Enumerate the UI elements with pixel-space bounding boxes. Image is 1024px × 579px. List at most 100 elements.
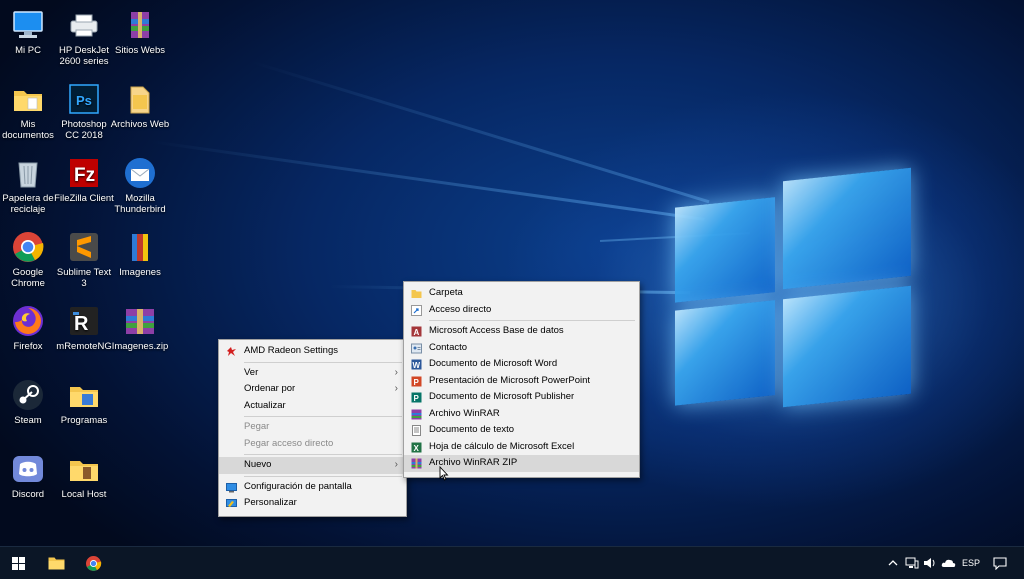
winrar-icon <box>411 409 422 420</box>
chevron-right-icon: › <box>394 383 398 394</box>
menu-item-configuracion-pantalla[interactable]: Configuración de pantalla <box>219 479 406 496</box>
desktop-icon-mis-documentos[interactable]: Mis documentos <box>0 82 58 141</box>
winrar-zip-icon <box>411 458 422 469</box>
steam-icon <box>11 378 45 412</box>
desktop-icon-label: Steam <box>14 415 42 426</box>
desktop-icon-label: Photoshop CC 2018 <box>61 119 107 141</box>
desktop-icon-imagenes[interactable]: Imagenes <box>110 230 170 278</box>
menu-item-ver[interactable]: Ver › <box>219 365 406 382</box>
photoshop-icon: Ps <box>67 82 101 116</box>
desktop-icon-archivos-web[interactable]: Archivos Web <box>110 82 170 130</box>
excel-icon: X <box>411 442 422 453</box>
desktop-icon-label: FileZilla Client <box>54 193 114 204</box>
submenu-item-carpeta[interactable]: Carpeta <box>404 285 639 302</box>
svg-text:Ps: Ps <box>76 93 92 108</box>
network-icon[interactable] <box>903 547 921 579</box>
publisher-icon: P <box>411 392 422 403</box>
onedrive-icon[interactable] <box>939 547 957 579</box>
desktop-icon-papelera[interactable]: Papelera de reciclaje <box>0 156 58 215</box>
menu-item-label: Pegar acceso directo <box>244 437 334 449</box>
contact-icon <box>411 343 422 354</box>
submenu-item-documento-texto[interactable]: Documento de texto <box>404 422 639 439</box>
sublime-text-icon <box>67 230 101 264</box>
desktop-icon-steam[interactable]: Steam <box>0 378 58 426</box>
recycle-bin-icon <box>11 156 45 190</box>
desktop-icon-label: Local Host <box>61 489 107 500</box>
menu-item-amd-radeon-settings[interactable]: AMD Radeon Settings <box>219 343 406 360</box>
desktop-icon-label: Discord <box>11 489 45 500</box>
desktop-icon-sitios-webs[interactable]: Sitios Webs <box>110 8 170 56</box>
submenu-item-word[interactable]: W Documento de Microsoft Word <box>404 356 639 373</box>
desktop-icon-imagenes-zip[interactable]: Imagenes.zip <box>110 304 170 352</box>
desktop-icon-label: Sublime Text 3 <box>56 267 112 289</box>
desktop-icon-label: mRemoteNG <box>56 341 112 352</box>
menu-item-label: Presentación de Microsoft PowerPoint <box>429 374 591 386</box>
menu-item-label: Acceso directo <box>429 303 492 315</box>
word-icon: W <box>411 359 422 370</box>
desktop-icon-label: Firefox <box>13 341 43 352</box>
taskbar-chrome[interactable] <box>77 547 109 579</box>
menu-item-actualizar[interactable]: Actualizar <box>219 398 406 415</box>
menu-item-label: Nuevo <box>244 459 272 470</box>
submenu-item-winrar[interactable]: Archivo WinRAR <box>404 406 639 423</box>
notifications-icon[interactable] <box>988 547 1012 579</box>
submenu-item-powerpoint[interactable]: P Presentación de Microsoft PowerPoint <box>404 373 639 390</box>
desktop-icon-google-chrome[interactable]: Google Chrome <box>0 230 58 289</box>
submenu-item-acceso-directo[interactable]: Acceso directo <box>404 302 639 319</box>
desktop-icon-programas[interactable]: Programas <box>54 378 114 426</box>
svg-text:X: X <box>414 444 420 453</box>
desktop-icon-thunderbird[interactable]: Mozilla Thunderbird <box>110 156 170 215</box>
desktop[interactable]: Mi PC Mis documentos Papelera de recicla… <box>0 0 1024 546</box>
volume-icon[interactable] <box>921 547 939 579</box>
submenu-item-access[interactable]: A Microsoft Access Base de datos <box>404 323 639 340</box>
desktop-icon-sublime-text[interactable]: Sublime Text 3 <box>54 230 114 289</box>
submenu-item-contacto[interactable]: Contacto <box>404 340 639 357</box>
desktop-icon-label: Imagenes.zip <box>111 341 169 352</box>
chrome-icon <box>85 555 101 571</box>
menu-separator <box>244 416 402 417</box>
submenu-item-publisher[interactable]: P Documento de Microsoft Publisher <box>404 389 639 406</box>
desktop-icon-label: Google Chrome <box>11 267 45 289</box>
desktop-icon-photoshop[interactable]: Ps Photoshop CC 2018 <box>54 82 114 141</box>
desktop-icon-discord[interactable]: Discord <box>0 452 58 500</box>
svg-text:R: R <box>74 313 89 335</box>
svg-text:P: P <box>414 394 420 403</box>
desktop-icon-mremoteng[interactable]: R mRemoteNG <box>54 304 114 352</box>
mremoteng-icon: R <box>67 304 101 338</box>
menu-item-nuevo[interactable]: Nuevo › <box>219 457 406 474</box>
menu-item-personalizar[interactable]: Personalizar <box>219 495 406 512</box>
desktop-icon-hp-deskjet[interactable]: HP DeskJet 2600 series <box>54 8 114 67</box>
desktop-icon-mi-pc[interactable]: Mi PC <box>0 8 58 56</box>
menu-item-label: Pegar <box>244 421 270 432</box>
menu-item-label: Personalizar <box>244 497 297 508</box>
start-button[interactable] <box>2 547 34 579</box>
text-document-icon <box>411 425 422 436</box>
taskbar: ESP <box>0 546 1024 579</box>
menu-item-label: Documento de Microsoft Publisher <box>429 391 575 402</box>
language-indicator[interactable]: ESP <box>959 547 983 579</box>
folder-icon <box>67 378 101 412</box>
desktop-icon-label: Mozilla Thunderbird <box>114 193 166 215</box>
desktop-icon-local-host[interactable]: Local Host <box>54 452 114 500</box>
menu-item-ordenar-por[interactable]: Ordenar por › <box>219 381 406 398</box>
menu-item-pegar-acceso-directo[interactable]: Pegar acceso directo <box>219 436 406 453</box>
menu-item-label: Microsoft Access Base de datos <box>429 325 564 336</box>
menu-item-label: Documento de texto <box>429 424 515 435</box>
file-explorer-icon <box>48 557 64 570</box>
svg-text:P: P <box>414 378 420 387</box>
thunderbird-icon <box>123 156 157 190</box>
folder-icon <box>123 82 157 116</box>
menu-separator <box>244 361 402 363</box>
winrar-icon <box>123 230 157 264</box>
chevron-up-icon[interactable] <box>884 547 902 579</box>
windows-start-icon <box>11 556 25 570</box>
desktop-icon-filezilla[interactable]: Fz FileZilla Client <box>54 156 114 204</box>
svg-text:W: W <box>413 361 421 370</box>
amd-radeon-icon <box>226 346 237 357</box>
menu-item-pegar[interactable]: Pegar <box>219 419 406 436</box>
taskbar-file-explorer[interactable] <box>40 547 72 579</box>
menu-item-label: Documento de Microsoft Word <box>429 358 558 369</box>
menu-item-label: Carpeta <box>429 287 463 298</box>
submenu-item-excel[interactable]: X Hoja de cálculo de Microsoft Excel <box>404 439 639 456</box>
desktop-icon-firefox[interactable]: Firefox <box>0 304 58 352</box>
